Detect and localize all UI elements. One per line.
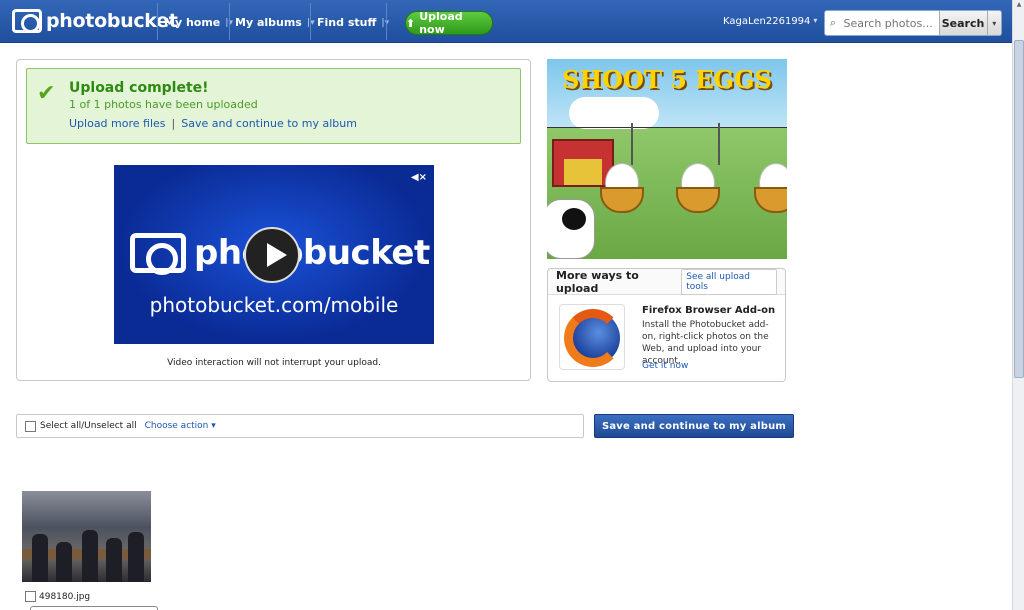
photo-checkbox[interactable] [25, 591, 36, 602]
nav-divider [386, 3, 387, 40]
play-icon[interactable] [244, 227, 300, 283]
search-icon: ⌕ [830, 16, 837, 29]
scroll-up-icon[interactable]: ▲ [1014, 1, 1024, 11]
search-input[interactable] [843, 16, 939, 30]
upload-more-link[interactable]: Upload more files [69, 117, 166, 130]
chevron-down-icon: ▾ [211, 421, 216, 431]
basket-graphic [676, 187, 720, 213]
user-menu[interactable]: KagaLen2261994 ▾ [723, 16, 817, 27]
game-advertisement[interactable]: SHOOT 5 EGGS [547, 59, 787, 259]
figure-graphic [82, 530, 98, 582]
figure-graphic [128, 532, 144, 582]
fox-graphic [564, 309, 622, 367]
figure-graphic [56, 542, 72, 582]
photo-action-bar: Select all/Unselect all Choose action ▾ [16, 414, 584, 438]
cow-graphic [547, 199, 595, 259]
video-brand: photobucket [194, 233, 430, 273]
figure-graphic [32, 534, 48, 582]
upload-now-label: Upload now [419, 10, 463, 36]
mute-icon[interactable]: ◀× [411, 172, 427, 183]
nav-divider [310, 3, 311, 40]
success-title: Upload complete! [69, 80, 209, 96]
search-button[interactable]: Search [938, 11, 987, 35]
choose-action-label: Choose action [144, 421, 209, 431]
nav-my-home[interactable]: My home|▾ [164, 16, 233, 29]
checkmark-icon: ✔ [37, 81, 56, 106]
vertical-scrollbar[interactable]: ▲ [1012, 0, 1024, 610]
upload-success-message: ✔ Upload complete! 1 of 1 photos have be… [26, 68, 521, 144]
addon-description: Install the Photobucket add-on, right-cl… [642, 320, 769, 366]
nav-find-stuff[interactable]: Find stuff|▾ [317, 16, 389, 29]
nav-label: Find stuff [317, 16, 377, 29]
power-line-graphic [547, 127, 787, 128]
basket-graphic [600, 187, 644, 213]
addon-title: Firefox Browser Add-on [642, 305, 776, 316]
photo-filename: 498180.jpg [39, 591, 91, 602]
success-subtitle: 1 of 1 photos have been uploaded [69, 98, 258, 111]
panel-header: More ways to upload See all upload tools [548, 268, 785, 295]
see-all-upload-tools-link[interactable]: See all upload tools [681, 268, 777, 295]
nav-my-albums[interactable]: My albums|▾ [235, 16, 315, 29]
photo-select: 498180.jpg [25, 591, 90, 602]
save-continue-link[interactable]: Save and continue to my album [181, 117, 357, 130]
promo-video-player[interactable]: ◀× photobucket photobucket.com/mobile [114, 165, 434, 344]
nav-divider [229, 3, 230, 40]
scrollbar-thumb[interactable] [1014, 40, 1024, 378]
search-options-dropdown[interactable]: ▾ [986, 11, 1001, 35]
arrow-up-icon: ⬆ [406, 16, 416, 30]
photo-thumbnail[interactable] [22, 491, 151, 582]
nav-divider [157, 3, 158, 40]
success-links: Upload more files | Save and continue to… [69, 117, 357, 130]
photobucket-logo[interactable]: photobucket [12, 8, 178, 34]
video-note: Video interaction will not interrupt you… [167, 358, 381, 368]
username-label: KagaLen2261994 [723, 16, 811, 27]
nav-label: My albums [235, 16, 302, 29]
ad-title: SHOOT 5 EGGS [562, 65, 772, 94]
cloud-graphic [569, 97, 659, 129]
get-it-now-link[interactable]: Get it now [642, 361, 688, 371]
select-all-checkbox[interactable] [25, 420, 36, 432]
save-and-continue-button[interactable]: Save and continue to my album [594, 414, 794, 438]
nav-label: My home [164, 16, 221, 29]
more-ways-to-upload-panel: More ways to upload See all upload tools… [547, 268, 786, 382]
pole-graphic [631, 123, 633, 165]
video-url: photobucket.com/mobile [149, 293, 399, 317]
select-all-label: Select all/Unselect all [40, 421, 137, 431]
panel-title: More ways to upload [556, 268, 639, 295]
search-box: ⌕ Search ▾ [824, 10, 1002, 36]
pole-graphic [718, 123, 720, 165]
firefox-icon[interactable] [559, 304, 625, 370]
next-item-edge [30, 606, 158, 610]
link-separator: | [171, 117, 176, 130]
top-navigation-bar: photobucket My home|▾ My albums|▾ Find s… [0, 0, 1012, 43]
choose-action-dropdown[interactable]: Choose action ▾ [145, 421, 216, 431]
figure-graphic [106, 538, 122, 582]
upload-now-button[interactable]: ⬆ Upload now [405, 10, 493, 36]
camera-logo-icon [130, 233, 186, 275]
basket-graphic [754, 187, 787, 213]
camera-logo-icon [12, 9, 42, 33]
chevron-down-icon: ▾ [813, 16, 818, 25]
